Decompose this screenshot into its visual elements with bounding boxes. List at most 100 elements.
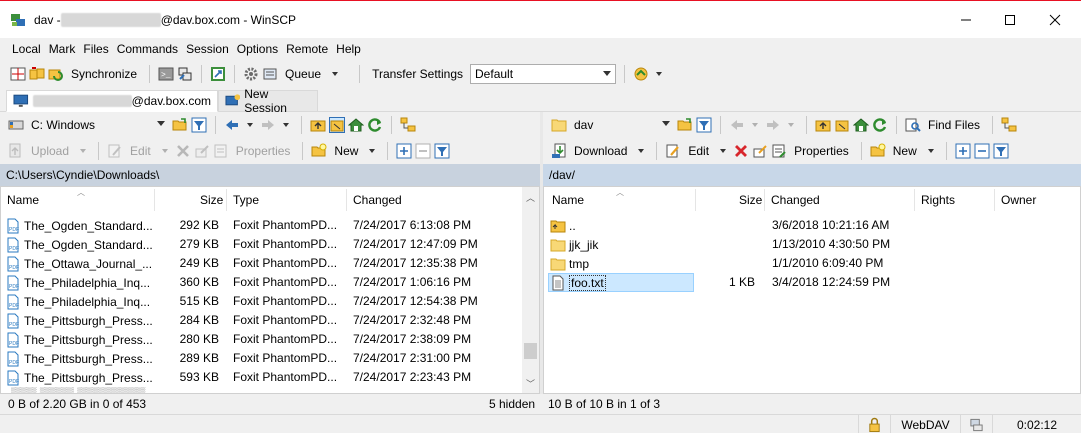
- open-folder-icon[interactable]: [677, 117, 693, 133]
- gear-icon[interactable]: [243, 66, 259, 82]
- back-history-caret[interactable]: [752, 123, 758, 127]
- refresh-icon[interactable]: [367, 117, 383, 133]
- new-button[interactable]: New: [334, 144, 358, 158]
- properties-button[interactable]: Properties: [794, 144, 849, 158]
- table-row[interactable]: PDF The_Ogden_Standard... 279 KB Foxit Phan…: [1, 235, 539, 254]
- properties-icon[interactable]: [213, 143, 229, 159]
- table-row[interactable]: foo.txt 1 KB 3/4/2018 12:24:59 PM: [544, 273, 1080, 292]
- column-rights[interactable]: Rights: [915, 193, 955, 207]
- compare-directories-icon[interactable]: [10, 66, 26, 82]
- queue-button[interactable]: Queue: [285, 67, 321, 81]
- forward-arrow-icon[interactable]: [765, 117, 781, 133]
- remote-file-list[interactable]: ︿ Name Size Changed Rights Owner .. 3/6/2…: [543, 186, 1081, 394]
- select-all-plus-icon[interactable]: [955, 143, 971, 159]
- preferences-icon[interactable]: [210, 66, 226, 82]
- download-button[interactable]: Download: [574, 144, 627, 158]
- rename-icon[interactable]: [194, 143, 210, 159]
- encryption-indicator[interactable]: [858, 415, 890, 433]
- tree-view-icon[interactable]: [400, 117, 416, 133]
- menu-files[interactable]: Files: [79, 42, 112, 56]
- rename-icon[interactable]: [752, 143, 768, 159]
- back-arrow-icon[interactable]: [224, 117, 240, 133]
- unselect-minus-icon[interactable]: [974, 143, 990, 159]
- menu-help[interactable]: Help: [332, 42, 365, 56]
- column-size[interactable]: Size: [194, 193, 223, 207]
- open-in-putty-icon[interactable]: [177, 66, 193, 82]
- edit-button[interactable]: Edit: [688, 144, 709, 158]
- table-row[interactable]: PDF The_Philadelphia_Inq... 360 KB Foxit Ph…: [1, 273, 539, 292]
- table-row[interactable]: PDF The_Ottawa_Journal_... 249 KB Foxit Pha…: [1, 254, 539, 273]
- refresh-icon[interactable]: [872, 117, 888, 133]
- new-button[interactable]: New: [893, 144, 917, 158]
- network-indicator[interactable]: [960, 415, 992, 433]
- edit-caret[interactable]: [720, 149, 727, 153]
- forward-history-caret[interactable]: [788, 123, 794, 127]
- home-icon[interactable]: [348, 117, 364, 133]
- column-size[interactable]: Size: [733, 193, 762, 207]
- table-row[interactable]: PDF The_Pittsburgh_Press... 284 KB Foxit Ph…: [1, 311, 539, 330]
- local-path-bar[interactable]: C:\Users\Cyndie\Downloads\: [0, 164, 540, 186]
- edit-icon[interactable]: [107, 143, 123, 159]
- column-type[interactable]: Type: [227, 193, 259, 207]
- scroll-down-icon[interactable]: ﹀: [526, 377, 535, 390]
- menu-commands[interactable]: Commands: [113, 42, 182, 56]
- local-scrollbar[interactable]: ︿ ﹀: [522, 187, 539, 393]
- open-folder-icon[interactable]: [172, 117, 188, 133]
- table-row[interactable]: PDF The_Pittsburgh_Press... 289 KB Foxit Ph…: [1, 349, 539, 368]
- menu-options[interactable]: Options: [233, 42, 282, 56]
- root-directory-icon[interactable]: [329, 117, 345, 133]
- local-drive-select[interactable]: C: Windows: [27, 115, 169, 135]
- queue-dropdown-caret[interactable]: [332, 72, 339, 76]
- close-button[interactable]: [1032, 1, 1078, 39]
- table-row[interactable]: PDF The_Philadelphia_Inq... 515 KB Foxit Ph…: [1, 292, 539, 311]
- maximize-button[interactable]: [987, 1, 1033, 39]
- menu-mark[interactable]: Mark: [45, 42, 80, 56]
- unselect-minus-icon[interactable]: [415, 143, 431, 159]
- new-caret[interactable]: [369, 149, 376, 153]
- column-owner[interactable]: Owner: [995, 193, 1036, 207]
- minimize-button[interactable]: [943, 1, 989, 39]
- properties-button[interactable]: Properties: [236, 144, 291, 158]
- tree-view-icon[interactable]: [1001, 117, 1017, 133]
- transfer-presets-icon[interactable]: [633, 66, 649, 82]
- column-changed[interactable]: Changed: [765, 193, 820, 207]
- local-hidden-count[interactable]: 5 hidden: [489, 397, 535, 411]
- scrollbar-thumb[interactable]: [524, 343, 537, 359]
- find-files-icon[interactable]: [905, 117, 921, 133]
- tab-new-session[interactable]: New Session: [218, 87, 318, 115]
- properties-icon[interactable]: [771, 143, 787, 159]
- column-name[interactable]: Name: [1, 193, 39, 207]
- transfer-settings-select[interactable]: Default: [470, 64, 617, 84]
- synchronize-browsing-icon[interactable]: [29, 66, 45, 82]
- table-row[interactable]: jjk_jik 1/13/2010 4:30:50 PM: [544, 235, 1080, 254]
- find-files-button[interactable]: Find Files: [928, 118, 980, 132]
- select-all-plus-icon[interactable]: [396, 143, 412, 159]
- forward-arrow-icon[interactable]: [260, 117, 276, 133]
- forward-history-caret[interactable]: [283, 123, 289, 127]
- menu-remote[interactable]: Remote: [282, 42, 332, 56]
- new-folder-icon[interactable]: [870, 143, 886, 159]
- protocol-indicator[interactable]: WebDAV: [890, 415, 960, 433]
- table-row[interactable]: PDF The_Pittsburgh_Press... 280 KB Foxit Ph…: [1, 330, 539, 349]
- upload-button[interactable]: Upload: [31, 144, 69, 158]
- table-row[interactable]: PDF The_Ogden_Standard... 292 KB Foxit Phan…: [1, 216, 539, 235]
- new-folder-icon[interactable]: [311, 143, 327, 159]
- edit-caret[interactable]: [161, 149, 168, 153]
- upload-caret[interactable]: [80, 149, 87, 153]
- back-history-caret[interactable]: [247, 123, 253, 127]
- back-arrow-icon[interactable]: [729, 117, 745, 133]
- filter-selection-icon[interactable]: [434, 143, 450, 159]
- root-directory-icon[interactable]: [834, 117, 850, 133]
- table-row[interactable]: tmp 1/1/2010 6:09:40 PM: [544, 254, 1080, 273]
- new-caret[interactable]: [927, 149, 934, 153]
- edit-icon[interactable]: [665, 143, 681, 159]
- synchronize-icon[interactable]: [48, 66, 64, 82]
- column-name[interactable]: Name: [546, 193, 584, 207]
- filter-icon[interactable]: [696, 117, 712, 133]
- remote-path-bar[interactable]: /dav/: [543, 164, 1081, 186]
- table-row[interactable]: .. 3/6/2018 10:21:16 AM: [544, 216, 1080, 235]
- scroll-up-icon[interactable]: ︿: [526, 191, 535, 204]
- download-icon[interactable]: [551, 143, 567, 159]
- filter-selection-icon[interactable]: [993, 143, 1009, 159]
- edit-button[interactable]: Edit: [130, 144, 151, 158]
